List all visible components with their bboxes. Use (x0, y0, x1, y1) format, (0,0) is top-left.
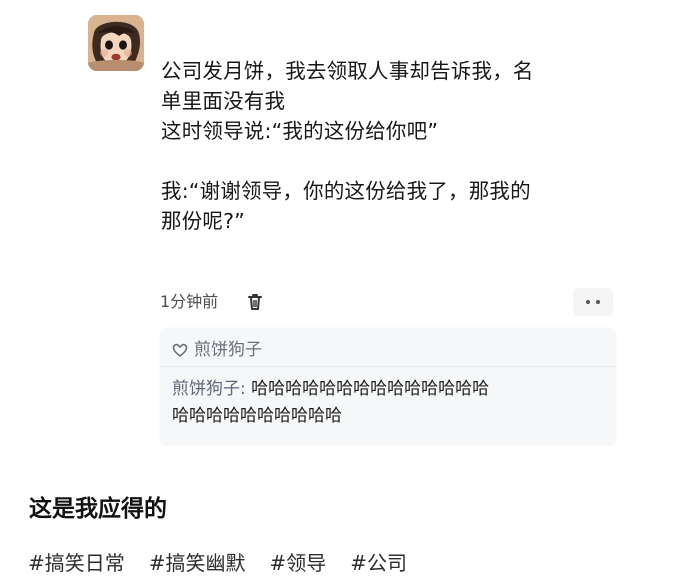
hashtag-funny-humor[interactable]: #搞笑幽默 (149, 548, 246, 578)
post-line: 我:“谢谢领导，你的这份给我了，那我的 (161, 179, 531, 203)
reply-divider (160, 366, 616, 367)
post-line: 这时领导说:“我的这份给你吧” (161, 119, 439, 143)
more-options-button[interactable] (573, 288, 613, 316)
post-line: 公司发月饼，我去领取人事却告诉我，名 (161, 59, 534, 83)
post-line: 单里面没有我 (161, 89, 286, 113)
reply-section: 煎饼狗子 煎饼狗子: 哈哈哈哈哈哈哈哈哈哈哈哈哈哈 哈哈哈哈哈哈哈哈哈哈 (160, 328, 616, 445)
trash-icon[interactable] (246, 292, 264, 312)
like-row: 煎饼狗子 (172, 338, 262, 362)
liker-name[interactable]: 煎饼狗子 (194, 338, 262, 362)
hashtag-company[interactable]: #公司 (350, 548, 407, 578)
hashtag-leader[interactable]: #领导 (270, 548, 327, 578)
screenshot-page: 公司发月饼，我去领取人事却告诉我，名 单里面没有我 这时领导说:“我的这份给你吧… (0, 0, 690, 578)
post-caption: 这是我应得的 (29, 496, 167, 522)
reply-text-line-1: 哈哈哈哈哈哈哈哈哈哈哈哈哈哈 (251, 379, 490, 399)
avatar[interactable] (88, 15, 144, 71)
post-meta-row: 1分钟前 (160, 288, 615, 316)
hashtag-funny-daily[interactable]: #搞笑日常 (28, 548, 125, 578)
hashtag-list: #搞笑日常 #搞笑幽默 #领导 #公司 (28, 548, 407, 578)
reply-author[interactable]: 煎饼狗子: (172, 379, 246, 399)
avatar-image (88, 15, 144, 71)
reply-text-line-2: 哈哈哈哈哈哈哈哈哈哈 (172, 406, 342, 426)
post-line: 那份呢?” (161, 209, 246, 233)
more-dots-icon (586, 300, 600, 304)
reply-comment: 煎饼狗子: 哈哈哈哈哈哈哈哈哈哈哈哈哈哈 哈哈哈哈哈哈哈哈哈哈 (172, 376, 598, 430)
post-time: 1分钟前 (160, 292, 219, 311)
heart-outline-icon[interactable] (172, 342, 188, 358)
post-body: 公司发月饼，我去领取人事却告诉我，名 单里面没有我 这时领导说:“我的这份给你吧… (161, 56, 616, 236)
